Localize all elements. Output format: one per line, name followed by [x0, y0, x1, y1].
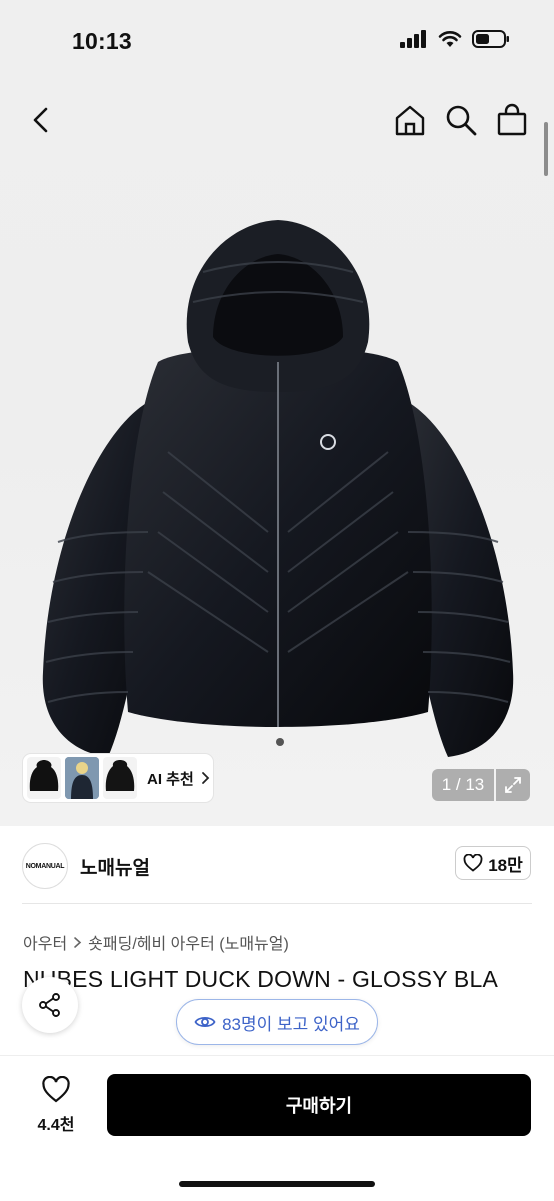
heart-icon: [463, 854, 483, 872]
shop-row: NOMANUAL 노매뉴얼 18만: [0, 826, 554, 904]
back-button[interactable]: [26, 104, 58, 136]
signal-icon: [400, 30, 426, 48]
buy-button[interactable]: 구매하기: [107, 1074, 531, 1136]
chevron-right-icon: [74, 936, 82, 948]
search-button[interactable]: [444, 103, 478, 137]
home-indicator: [179, 1181, 375, 1187]
chevron-left-icon: [33, 107, 48, 133]
wishlist-button[interactable]: 4.4천: [24, 1075, 88, 1135]
scrollbar[interactable]: [544, 122, 548, 176]
thumbnail-model[interactable]: [65, 757, 99, 799]
ai-recommend-button[interactable]: AI 추천: [147, 768, 210, 789]
shop-logo[interactable]: NOMANUAL: [22, 843, 68, 889]
cart-button[interactable]: [495, 103, 529, 137]
viewer-count-text: 83명이 보고 있어요: [222, 1014, 360, 1034]
jacket-back-thumb-image: [105, 760, 135, 791]
divider: [22, 903, 532, 904]
jacket-thumb-image: [29, 760, 59, 791]
shopping-bag-icon: [497, 103, 527, 136]
share-icon: [39, 993, 60, 1017]
thumbnail-strip: AI 추천: [23, 754, 213, 802]
product-title: NUBES LIGHT DUCK DOWN - GLOSSY BLA: [23, 966, 498, 992]
shop-like-button[interactable]: 18만: [455, 846, 531, 880]
breadcrumb-item-outer[interactable]: 아우터: [23, 930, 67, 954]
status-icons: [400, 30, 510, 48]
expand-icon: [505, 777, 521, 793]
ai-recommend-label: AI 추천: [147, 770, 194, 788]
wifi-icon: [438, 31, 462, 47]
image-counter: 1 / 13: [432, 769, 494, 801]
status-time: 10:13: [72, 28, 132, 54]
search-icon: [446, 105, 477, 136]
model-thumb-image: [65, 757, 99, 799]
thumbnail-jacket-back[interactable]: [103, 757, 137, 799]
breadcrumb-item-category[interactable]: 숏패딩/헤비 아우터 (노매뉴얼): [88, 930, 289, 954]
shop-like-count: 18만: [488, 855, 523, 875]
breadcrumb: 아우터 숏패딩/헤비 아우터 (노매뉴얼): [23, 930, 289, 954]
home-button[interactable]: [393, 103, 427, 137]
share-button[interactable]: [22, 977, 78, 1033]
expand-button[interactable]: [496, 769, 530, 801]
eye-icon: [194, 1016, 216, 1028]
product-image-gallery[interactable]: [0, 84, 554, 826]
shop-name[interactable]: 노매뉴얼: [80, 853, 150, 880]
chevron-right-icon: [201, 772, 210, 784]
wishlist-count: 4.4천: [37, 1117, 75, 1134]
heart-icon: [42, 1075, 70, 1103]
status-bar: 10:13: [0, 0, 554, 84]
bottom-action-bar: 4.4천 구매하기: [0, 1055, 554, 1201]
product-image-jacket: [42, 220, 514, 757]
home-icon: [395, 105, 425, 136]
battery-icon: [472, 30, 509, 48]
thumbnail-jacket-front[interactable]: [27, 757, 61, 799]
viewer-count-badge: 83명이 보고 있어요: [176, 999, 378, 1045]
